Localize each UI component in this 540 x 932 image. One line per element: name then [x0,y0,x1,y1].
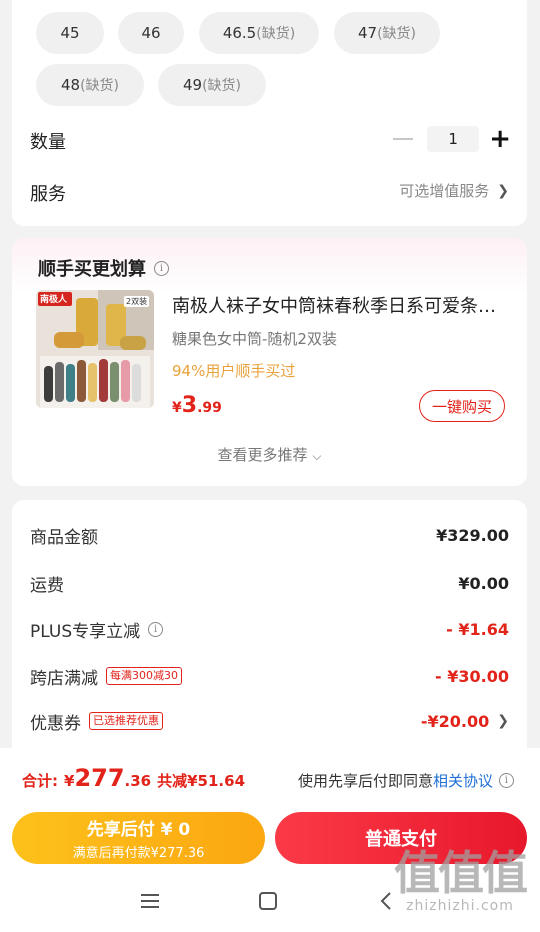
product-name[interactable]: 南极人袜子女中筒袜春秋季日系可爱条纹堆堆袜 [172,292,512,318]
more-recommend-link[interactable]: 查看更多推荐 ⌵ [12,444,527,465]
total-dec: .36 [124,772,152,790]
quantity-value[interactable]: 1 [427,126,480,152]
size-chip[interactable]: 45 [36,12,104,54]
pay-later-button[interactable]: 先享后付 ¥ 0 满意后再付款¥277.36 [12,812,265,864]
price-row-label: 运费 [30,575,64,596]
total-symbol: ¥ [64,772,75,790]
size-chip-label: 46.5 [222,24,257,42]
size-chip[interactable]: 46 [118,12,184,54]
service-value: 可选增值服务 [399,182,490,200]
chevron-down-icon: ⌵ [312,449,322,463]
total-int: 277 [74,764,125,792]
size-chip-label: 49 [182,76,203,94]
price-row-label-wrap: 跨店满减 每满300减30 [30,664,182,689]
out-of-stock-note: (缺货) [80,78,120,94]
price-row-value-wrap: -¥20.00 ❯ [421,712,509,731]
product-stat: 94%用户顺手买过 [172,362,296,380]
price-row: 商品金额 ¥329.00 [30,520,509,550]
service-label: 服务 [30,184,66,205]
price-symbol: ¥ [172,400,182,416]
checkout-bar: 合计: ¥ 277 .36 共减¥51.64 使用先享后付即同意相关协议 i 先… [0,748,540,932]
price-row-value: ¥0.00 [458,573,509,593]
price-row: 运费 ¥0.00 [30,568,509,598]
out-of-stock-note: (缺货) [202,78,242,94]
more-recommend-label: 查看更多推荐 [217,446,308,464]
price-row-label-wrap: PLUS专享立减 i [30,617,164,642]
watermark-logo: 值值值 [394,846,528,900]
menu-icon[interactable] [130,886,170,916]
info-icon[interactable]: i [499,773,514,788]
out-of-stock-note: (缺货) [377,26,417,42]
recommend-title-text: 顺手买更划算 [38,259,146,280]
quantity-label: 数量 [30,132,66,153]
price-row-value: ¥329.00 [436,525,509,545]
size-chip-label: 47 [357,24,378,42]
pay-later-title: 先享后付 ¥ 0 [86,820,191,840]
total-saved: 共减¥51.64 [157,772,246,790]
promo-tag: 每满300减30 [106,667,182,685]
home-icon[interactable] [248,886,288,916]
size-chip[interactable]: 48 (缺货) [36,64,144,106]
service-selector[interactable]: 可选增值服务 ❯ [399,180,509,201]
chevron-right-icon: ❯ [497,713,509,729]
size-chip[interactable]: 47 (缺货) [334,12,440,54]
size-chip-label: 46 [141,24,161,42]
price-row-label: 跨店满减 [30,668,98,689]
agreement-text: 使用先享后付即同意相关协议 i [298,770,514,791]
price-row-label: 优惠券 [30,713,81,734]
quantity-stepper: 1 + [393,126,511,152]
minus-icon[interactable] [393,138,414,140]
size-chip-label: 48 [60,76,81,94]
watermark-url: zhizhizhi.com [406,898,514,914]
price-int: 3 [181,393,198,418]
coupon-row[interactable]: 优惠券 已选推荐优惠 -¥20.00 ❯ [30,706,509,736]
price-row: 跨店满减 每满300减30 - ¥30.00 [30,661,509,691]
product-variant: 糖果色女中筒-随机2双装 [172,330,337,348]
product-price: ¥3.99 [172,393,222,418]
total-label: 合计: [22,772,58,790]
size-chip-label: 45 [60,24,80,42]
price-row-label: 商品金额 [30,527,98,548]
agree-prefix: 使用先享后付即同意 [297,772,433,790]
price-row-label-wrap: 优惠券 已选推荐优惠 [30,709,163,734]
promo-tag: 已选推荐优惠 [89,712,163,730]
pay-later-subtitle: 满意后再付款¥277.36 [72,846,205,861]
out-of-stock-note: (缺货) [256,26,296,42]
size-chip[interactable]: 46.5 (缺货) [199,12,319,54]
watermark: 值值值 zhizhizhi.com [394,846,528,914]
recommend-card: 顺手买更划算 i 南极人 2双装 南极人袜子女中筒袜春秋季日系可爱条纹堆堆袜 糖… [12,238,527,486]
order-total: 合计: ¥ 277 .36 共减¥51.64 [22,764,245,792]
price-row-value: - ¥30.00 [435,666,509,686]
size-chip[interactable]: 49 (缺货) [158,64,266,106]
product-thumbnail[interactable]: 南极人 2双装 [36,290,154,408]
info-icon[interactable]: i [154,260,169,276]
price-dec: .99 [197,400,222,416]
agreement-link[interactable]: 相关协议 [433,772,493,790]
price-row: PLUS专享立减 i - ¥1.64 [30,614,509,644]
plus-icon[interactable]: + [489,126,511,152]
info-icon[interactable]: i [148,621,164,637]
price-summary-card: 商品金额 ¥329.00 运费 ¥0.00 PLUS专享立减 i - ¥1.64… [12,500,527,760]
sku-card: 45 46 46.5 (缺货) 47 (缺货) 48 (缺货) 49 (缺货) 数量 1… [12,0,527,226]
recommend-title: 顺手买更划算 i [38,255,169,281]
thumb-brand: 南极人 [40,295,68,305]
chevron-right-icon: ❯ [497,182,509,199]
price-row-label: PLUS专享立减 [30,621,141,642]
socks-image [36,290,154,408]
thumb-badge: 2双装 [124,296,150,307]
price-row-value: - ¥1.64 [446,619,509,639]
quick-buy-button[interactable]: 一键购买 [419,390,505,422]
price-row-value: -¥20.00 [420,711,490,731]
